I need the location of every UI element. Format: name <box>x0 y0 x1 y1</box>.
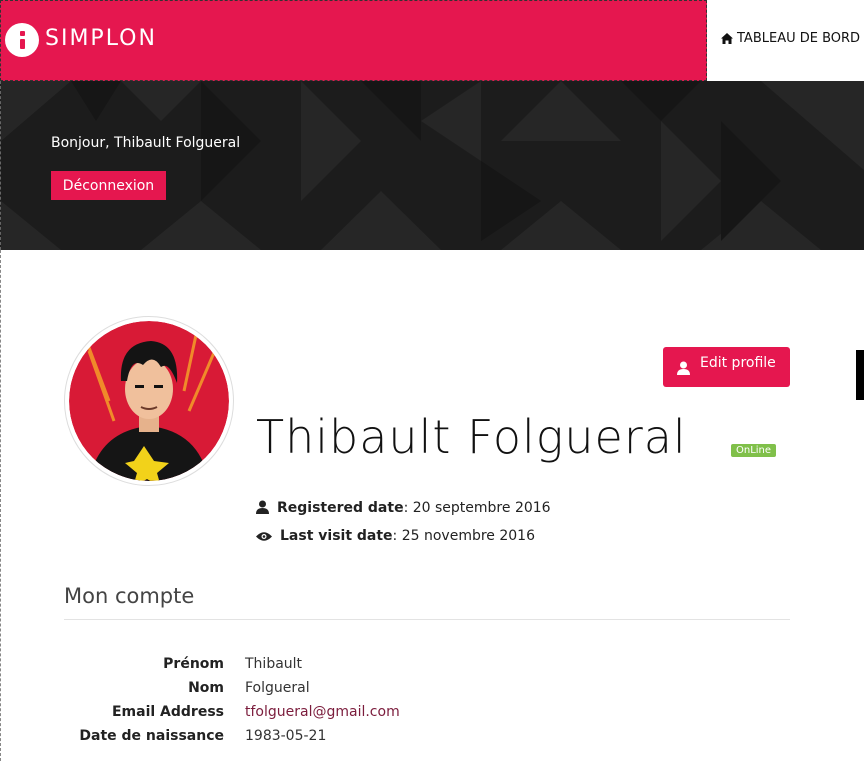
greeting-text: Bonjour, Thibault Folgueral <box>51 135 241 151</box>
field-label: Prénom <box>163 656 224 672</box>
hero-banner: Bonjour, Thibault Folgueral Déconnexion <box>0 81 864 250</box>
registered-date-label: Registered date <box>277 500 404 516</box>
user-icon <box>256 500 269 514</box>
edit-profile-label: Edit profile <box>700 355 776 371</box>
field-row-firstname: Prénom Thibault <box>64 656 564 680</box>
field-label: Date de naissance <box>79 728 224 744</box>
brand-name: SIMPLON <box>45 26 157 51</box>
top-navbar: SIMPLON TABLEAU DE BORD <box>0 0 864 81</box>
nav-dashboard-label: TABLEAU DE BORD <box>737 31 861 46</box>
field-row-lastname: Nom Folgueral <box>64 680 564 704</box>
section-title: Mon compte <box>64 584 195 608</box>
section-divider <box>64 619 790 620</box>
email-link[interactable]: tfolgueral@gmail.com <box>245 704 400 720</box>
profile-name: Thibault Folgueral <box>256 410 687 464</box>
last-visit-row: Last visit date: 25 novembre 2016 <box>256 528 535 544</box>
hero-pattern <box>1 81 864 250</box>
field-label: Email Address <box>111 704 224 720</box>
simplon-logo-icon <box>5 23 39 57</box>
field-value: 1983-05-21 <box>245 728 327 744</box>
last-visit-value: 25 novembre 2016 <box>401 528 535 544</box>
home-icon <box>721 33 733 44</box>
field-label: Nom <box>188 680 224 696</box>
registered-date-value: 20 septembre 2016 <box>412 500 551 516</box>
field-row-birthdate: Date de naissance 1983-05-21 <box>64 728 564 752</box>
field-value: Thibault <box>245 656 303 672</box>
nav-right: TABLEAU DE BORD <box>707 0 864 81</box>
page-left-edge <box>0 250 1 761</box>
registered-date-row: Registered date: 20 septembre 2016 <box>256 500 551 516</box>
edit-profile-button[interactable]: Edit profile <box>663 347 790 387</box>
avatar-image <box>69 321 229 481</box>
brand-bar[interactable]: SIMPLON <box>0 0 707 81</box>
eye-icon <box>256 532 272 541</box>
nav-dashboard-link[interactable]: TABLEAU DE BORD <box>721 31 860 46</box>
last-visit-label: Last visit date <box>280 528 393 544</box>
status-badge: OnLine <box>731 444 777 457</box>
scrollbar-thumb[interactable] <box>856 350 864 400</box>
user-icon <box>677 361 690 375</box>
field-value: Folgueral <box>245 680 310 696</box>
logout-button[interactable]: Déconnexion <box>51 171 166 200</box>
account-details: Prénom Thibault Nom Folgueral Email Addr… <box>64 656 564 752</box>
field-row-email: Email Address tfolgueral@gmail.com <box>64 704 564 728</box>
avatar <box>64 316 234 486</box>
